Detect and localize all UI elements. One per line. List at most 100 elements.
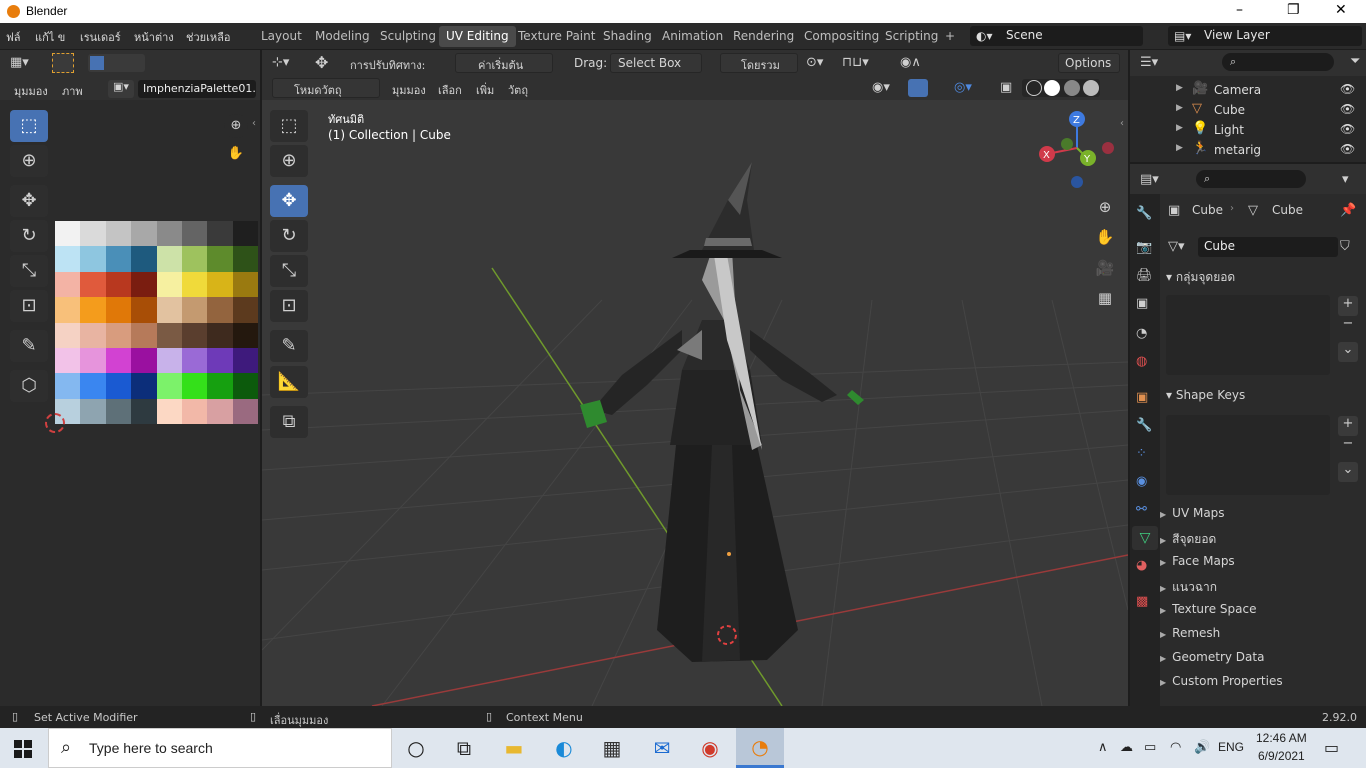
xray-icon[interactable]: ▣ [1000,80,1012,95]
tab-sculpting[interactable]: Sculpting [373,26,443,47]
file-explorer-icon[interactable]: ▬ [496,730,532,766]
pan-hand-icon[interactable]: ✋ [224,142,248,166]
store-icon[interactable]: ▦ [594,730,630,766]
menu-render[interactable]: เรนเดอร์ [80,28,121,46]
edge-icon[interactable]: ◐ [546,730,582,766]
mesh-browse-icon[interactable]: ▽▾ [1168,239,1185,254]
uv-grab-tool[interactable]: ⬡ [10,370,48,402]
maximize-button[interactable]: ❐ [1287,2,1300,18]
uv-move-tool[interactable]: ✥ [10,185,48,217]
render-tab-icon[interactable]: 📷 [1136,240,1152,255]
image-name-field[interactable]: ImphenziaPalette01... [138,80,256,98]
rotate-tool[interactable]: ↻ [270,220,308,252]
view-layer-selector[interactable]: View Layer [1168,26,1362,46]
solid-shading-icon[interactable] [1044,80,1060,96]
move-tool[interactable]: ✥ [270,185,308,217]
eye-icon[interactable]: 👁 [1340,82,1355,96]
taskbar-search-input[interactable]: ⌕ Type here to search [48,728,392,768]
proportional-edit-icon[interactable]: ◉∧ [900,55,921,70]
remove-shape-key-button[interactable]: − [1338,436,1358,456]
camera-view-icon[interactable]: 🎥 [1093,256,1117,280]
panel-0[interactable]: ▶ UV Maps [1160,506,1360,530]
move-gizmo-icon[interactable]: ✥ [315,53,328,72]
outliner-item-camera[interactable]: ▶ 🎥 Camera 👁 [1130,80,1366,100]
panel-6[interactable]: ▶ Geometry Data [1160,650,1360,674]
minimize-button[interactable]: – [1236,2,1243,18]
wifi-icon[interactable]: ◠ [1170,740,1181,755]
mesh-name-field[interactable]: Cube [1198,237,1338,257]
clock-date[interactable]: 6/9/2021 [1258,749,1305,763]
collapse-arrow-icon[interactable]: ‹ [252,118,256,129]
eye-icon[interactable]: 👁 [1340,102,1355,116]
panel-3[interactable]: ▶ แนวฉาก [1160,578,1360,602]
shape-keys-header[interactable]: ▾ Shape Keys [1166,388,1245,402]
texture-tab-icon[interactable]: ▩ [1136,594,1148,609]
pin-icon[interactable]: 📌 [1340,203,1356,218]
panel-4[interactable]: ▶ Texture Space [1160,602,1360,626]
tray-chevron-icon[interactable]: ∧ [1098,740,1108,755]
tab-uv-editing[interactable]: UV Editing [439,26,516,47]
vertex-group-menu-button[interactable]: ⌄ [1338,342,1358,362]
collapse-arrow-icon[interactable]: ‹ [1120,118,1124,129]
uv-select-tool[interactable]: ⬚ [10,110,48,142]
overlay-icon[interactable]: ◎▾ [954,80,972,95]
eye-icon[interactable]: 👁 [1340,122,1355,136]
output-tab-icon[interactable]: 🖨 [1136,268,1153,283]
chrome-icon[interactable]: ◉ [692,730,728,766]
viewport-select-menu[interactable]: เลือก [438,81,462,99]
2d-cursor-icon[interactable] [45,413,65,433]
fake-user-icon[interactable]: ⛉ [1340,239,1350,254]
tab-shading[interactable]: Shading [596,26,659,47]
mail-icon[interactable]: ✉ [644,730,680,766]
material-tab-icon[interactable]: ◕ [1136,558,1147,573]
image-browse-icon[interactable]: ▣▾ [108,80,134,98]
expand-arrow-icon[interactable]: ▶ [1176,83,1183,93]
tab-rendering[interactable]: Rendering [726,26,801,47]
visibility-icon[interactable]: ◉▾ [872,80,890,95]
expand-arrow-icon[interactable]: ▶ [1176,123,1183,133]
tab-texture-paint[interactable]: Texture Paint [511,26,602,47]
viewport-view-menu[interactable]: มุมมอง [392,81,426,99]
expand-arrow-icon[interactable]: ▶ [1176,103,1183,113]
scale-tool[interactable]: ⤡ [270,255,308,287]
properties-search-input[interactable]: ⌕ [1196,170,1306,188]
witch-model[interactable] [580,162,864,662]
panel-7[interactable]: ▶ Custom Properties [1160,674,1360,698]
rendered-shading-icon[interactable] [1083,80,1099,96]
tab-compositing[interactable]: Compositing [797,26,886,47]
language-indicator[interactable]: ENG [1218,740,1244,754]
particles-tab-icon[interactable]: ⁘ [1136,446,1147,461]
modifier-tab-icon[interactable]: 🔧 [1136,418,1152,433]
panel-1[interactable]: ▶ สีจุดยอด [1160,530,1360,554]
pan-hand-icon[interactable]: ✋ [1093,225,1117,249]
zoom-icon[interactable]: ⊕ [224,114,248,138]
blender-task-icon[interactable]: ◔ [736,728,784,768]
scene-tab-icon[interactable]: ◔ [1136,326,1147,341]
volume-icon[interactable]: 🔊 [1194,740,1210,755]
perspective-grid-icon[interactable]: ▦ [1093,286,1117,310]
editor-type-icon[interactable]: ▦▾ [10,55,29,70]
options-dropdown[interactable]: Options [1058,53,1120,73]
menu-edit[interactable]: แก้ไ ข [35,28,65,46]
panel-2[interactable]: ▶ Face Maps [1160,554,1360,578]
outliner-item-cube[interactable]: ▶ ▽ Cube 👁 [1130,100,1366,120]
filter-icon[interactable]: ⏷ [1350,54,1360,69]
annotate-tool[interactable]: ✎ [270,330,308,362]
uv-transform-tool[interactable]: ⊡ [10,290,48,322]
tab-scripting[interactable]: Scripting [878,26,945,47]
data-tab-icon[interactable]: ▽ [1132,526,1158,550]
uv-cursor-tool[interactable]: ⊕ [10,145,48,177]
cortana-icon[interactable]: ○ [398,730,434,766]
viewport-area[interactable] [262,50,1128,706]
menu-file[interactable]: ฟล์ [6,28,21,46]
add-shape-key-button[interactable]: + [1338,416,1358,436]
outliner-search-input[interactable]: ⌕ [1222,53,1334,71]
uv-annotate-tool[interactable]: ✎ [10,330,48,362]
navigation-gizmo[interactable]: Z X Y [1035,110,1125,192]
viewport-object-menu[interactable]: วัตถุ [508,81,528,99]
object-tab-icon[interactable]: ▣ [1136,390,1148,405]
pivot-icon[interactable]: ⊙▾ [806,55,823,70]
outliner-item-light[interactable]: ▶ 💡 Light 👁 [1130,120,1366,140]
uv-scale-tool[interactable]: ⤡ [10,255,48,287]
transform-pivot-icon[interactable]: ⊹▾ [272,55,289,70]
